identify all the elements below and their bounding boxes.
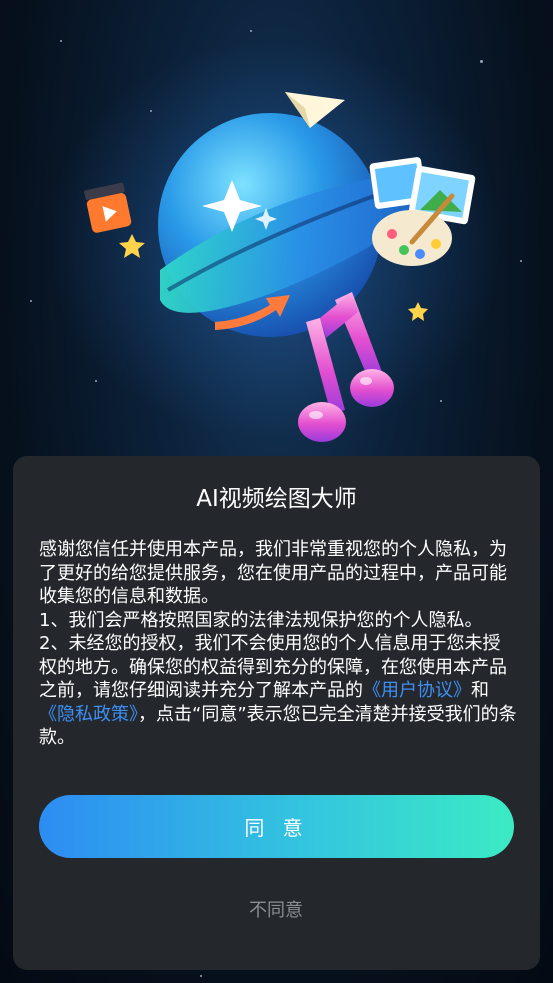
and-text: 和 (471, 680, 489, 701)
privacy-point-1: 1、我们会严格按照国家的法律法规保护您的个人隐私。 (39, 609, 483, 631)
dialog-body: 感谢您信任并使用本产品，我们非常重视您的个人隐私，为了更好的给您提供服务，您在使… (39, 538, 517, 750)
privacy-point-2: 2、未经您的授权，我们不会使用您的个人信息用于您未授权的地方。确保您的权益得到充… (39, 632, 517, 750)
privacy-dialog-screen: AI视频绘图大师 感谢您信任并使用本产品，我们非常重视您的个人隐私，为了更好的给… (0, 0, 553, 983)
privacy-intro-paragraph: 感谢您信任并使用本产品，我们非常重视您的个人隐私，为了更好的给您提供服务，您在使… (39, 539, 507, 607)
decline-button[interactable]: 不同意 (176, 893, 376, 929)
agree-button[interactable]: 同 意 (39, 795, 514, 858)
user-agreement-link[interactable]: 《用户协议》 (363, 680, 471, 701)
dialog-title: AI视频绘图大师 (196, 486, 357, 512)
background-star (200, 975, 202, 977)
privacy-policy-link[interactable]: 《隐私政策》 (39, 704, 138, 725)
planet-illustration (45, 40, 505, 442)
